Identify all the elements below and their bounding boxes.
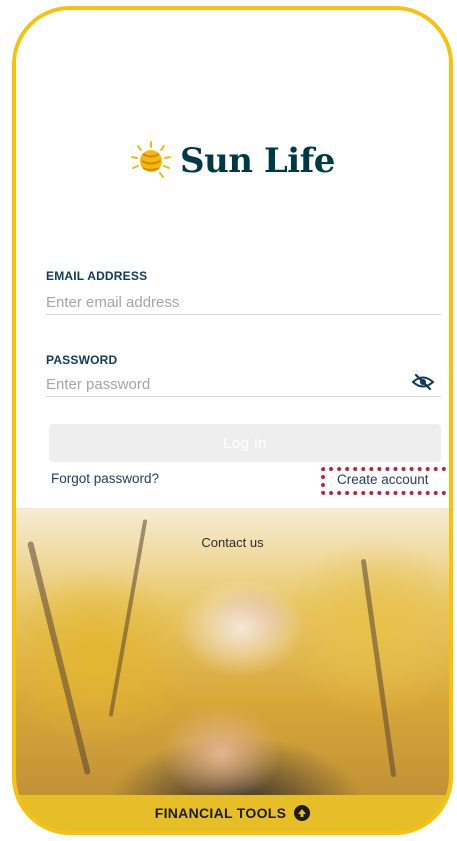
phone-frame: Sun Life EMAIL ADDRESS PASSWORD Log in F…	[12, 6, 453, 835]
password-label: PASSWORD	[46, 353, 118, 367]
email-label: EMAIL ADDRESS	[46, 269, 148, 283]
password-field[interactable]	[46, 372, 441, 397]
eye-slash-icon[interactable]	[411, 374, 435, 390]
login-button[interactable]: Log in	[49, 424, 441, 462]
contact-us-link[interactable]: Contact us	[16, 535, 449, 550]
forgot-password-link[interactable]: Forgot password?	[51, 471, 159, 486]
create-account-link[interactable]: Create account	[337, 472, 429, 487]
brand-name: Sun Life	[180, 141, 335, 181]
brand-logo: Sun Life	[16, 140, 449, 182]
sun-logo-icon	[131, 141, 172, 178]
arrow-up-circle-icon	[294, 805, 311, 821]
financial-tools-label: FINANCIAL TOOLS	[154, 805, 287, 821]
email-field[interactable]	[46, 290, 441, 315]
background-photo	[16, 508, 449, 831]
financial-tools-bar[interactable]: FINANCIAL TOOLS	[16, 795, 449, 831]
